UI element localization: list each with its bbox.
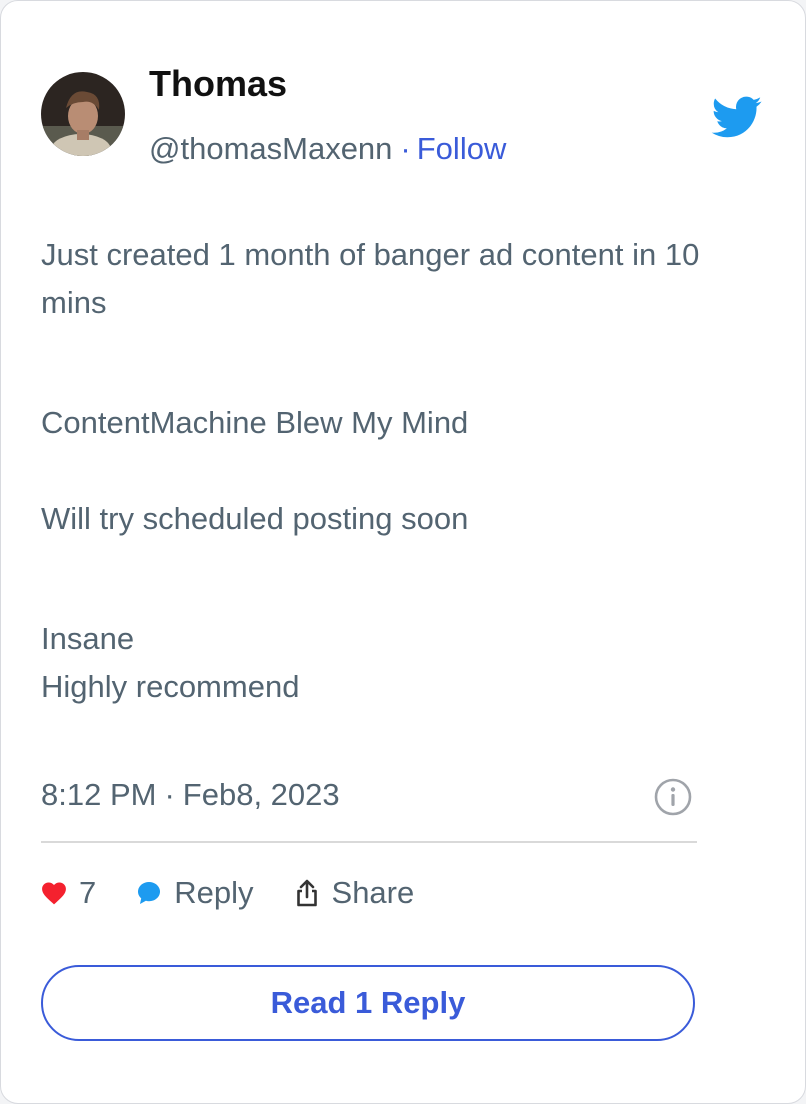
tweet-date: Feb8, 2023 [182,777,340,812]
meta-separator: · [164,777,175,812]
tweet-time: 8:12 PM [41,777,157,812]
tweet-text-line: ContentMachine Blew My Mind [41,405,469,440]
follow-link[interactable]: Follow [417,131,507,166]
share-icon [296,879,317,907]
tweet-text-line: Will try scheduled posting soon [41,501,469,536]
handle-separator: · [400,131,411,166]
reply-button[interactable]: Reply [136,875,254,911]
tweet-text-line: Insane [41,621,135,656]
read-replies-button[interactable]: Read 1 Reply [41,965,695,1041]
tweet-card: Thomas @thomasMaxenn · Follow Just created… [0,0,806,1104]
heart-icon [42,882,66,905]
reply-label: Reply [174,875,254,910]
tweet-timestamp[interactable]: 8:12 PM · Feb8, 2023 [41,777,340,813]
tweet-text-line: Highly recommend [41,669,300,704]
share-button[interactable]: Share [294,875,415,911]
twitter-bird-icon[interactable] [709,95,763,139]
author-name[interactable]: Thomas [149,63,287,105]
tweet-body: Just created 1 month of banger ad conten… [41,231,761,711]
comment-bubble-icon [138,882,161,904]
info-icon[interactable] [653,777,693,817]
like-button[interactable]: 7 [41,875,96,911]
tweet-actions: 7 Reply Share [41,871,414,915]
like-count: 7 [79,875,97,910]
share-label: Share [331,875,415,910]
divider [41,841,697,843]
avatar-photo [41,72,125,156]
handle-line: @thomasMaxenn · Follow [149,131,506,167]
tweet-text-line: Just created 1 month of banger ad conten… [41,237,700,320]
author-handle[interactable]: @thomasMaxenn [149,131,392,166]
avatar[interactable] [41,72,125,156]
